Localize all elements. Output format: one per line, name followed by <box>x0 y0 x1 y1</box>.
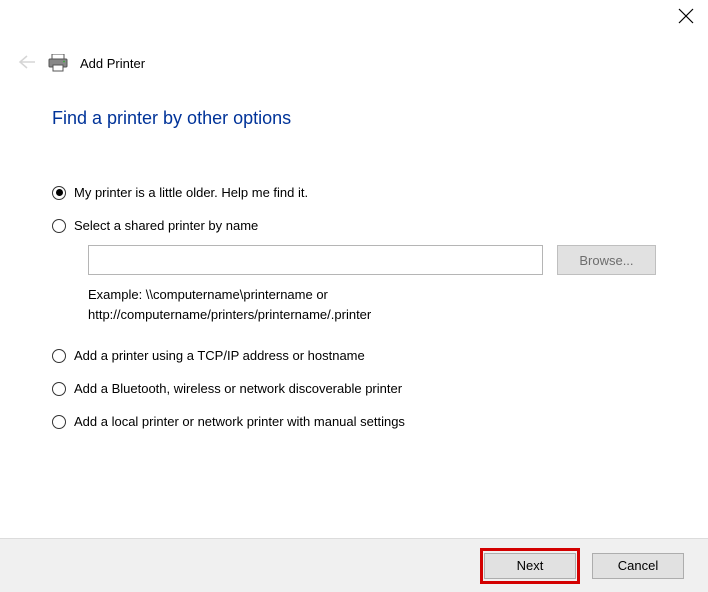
shared-printer-name-input[interactable] <box>88 245 543 275</box>
printer-icon <box>48 54 68 72</box>
option-label: Add a local printer or network printer w… <box>74 414 405 429</box>
next-button-highlight: Next <box>480 548 580 584</box>
close-icon[interactable] <box>678 8 694 24</box>
option-label: Select a shared printer by name <box>74 218 258 233</box>
browse-button: Browse... <box>557 245 656 275</box>
wizard-header: Add Printer <box>0 40 708 72</box>
radio-icon <box>52 382 66 396</box>
wizard-title: Add Printer <box>80 56 145 71</box>
example-line: http://computername/printers/printername… <box>88 305 656 325</box>
option-local[interactable]: Add a local printer or network printer w… <box>52 414 656 429</box>
radio-icon <box>52 415 66 429</box>
option-label: Add a printer using a TCP/IP address or … <box>74 348 365 363</box>
option-bluetooth[interactable]: Add a Bluetooth, wireless or network dis… <box>52 381 656 396</box>
radio-icon <box>52 219 66 233</box>
next-button[interactable]: Next <box>484 553 576 579</box>
footer-bar: Next Cancel <box>0 538 708 592</box>
option-label: My printer is a little older. Help me fi… <box>74 185 308 200</box>
option-shared-printer[interactable]: Select a shared printer by name <box>52 218 656 233</box>
option-older-printer[interactable]: My printer is a little older. Help me fi… <box>52 185 656 200</box>
radio-icon <box>52 186 66 200</box>
back-arrow-icon <box>18 55 36 72</box>
titlebar <box>0 0 708 40</box>
radio-icon <box>52 349 66 363</box>
example-line: Example: \\computername\printername or <box>88 285 656 305</box>
cancel-button[interactable]: Cancel <box>592 553 684 579</box>
shared-printer-controls: Browse... <box>88 245 656 275</box>
content-area: Find a printer by other options My print… <box>0 72 708 429</box>
shared-printer-example: Example: \\computername\printername or h… <box>88 285 656 324</box>
option-label: Add a Bluetooth, wireless or network dis… <box>74 381 402 396</box>
page-heading: Find a printer by other options <box>52 108 656 129</box>
option-tcpip[interactable]: Add a printer using a TCP/IP address or … <box>52 348 656 363</box>
